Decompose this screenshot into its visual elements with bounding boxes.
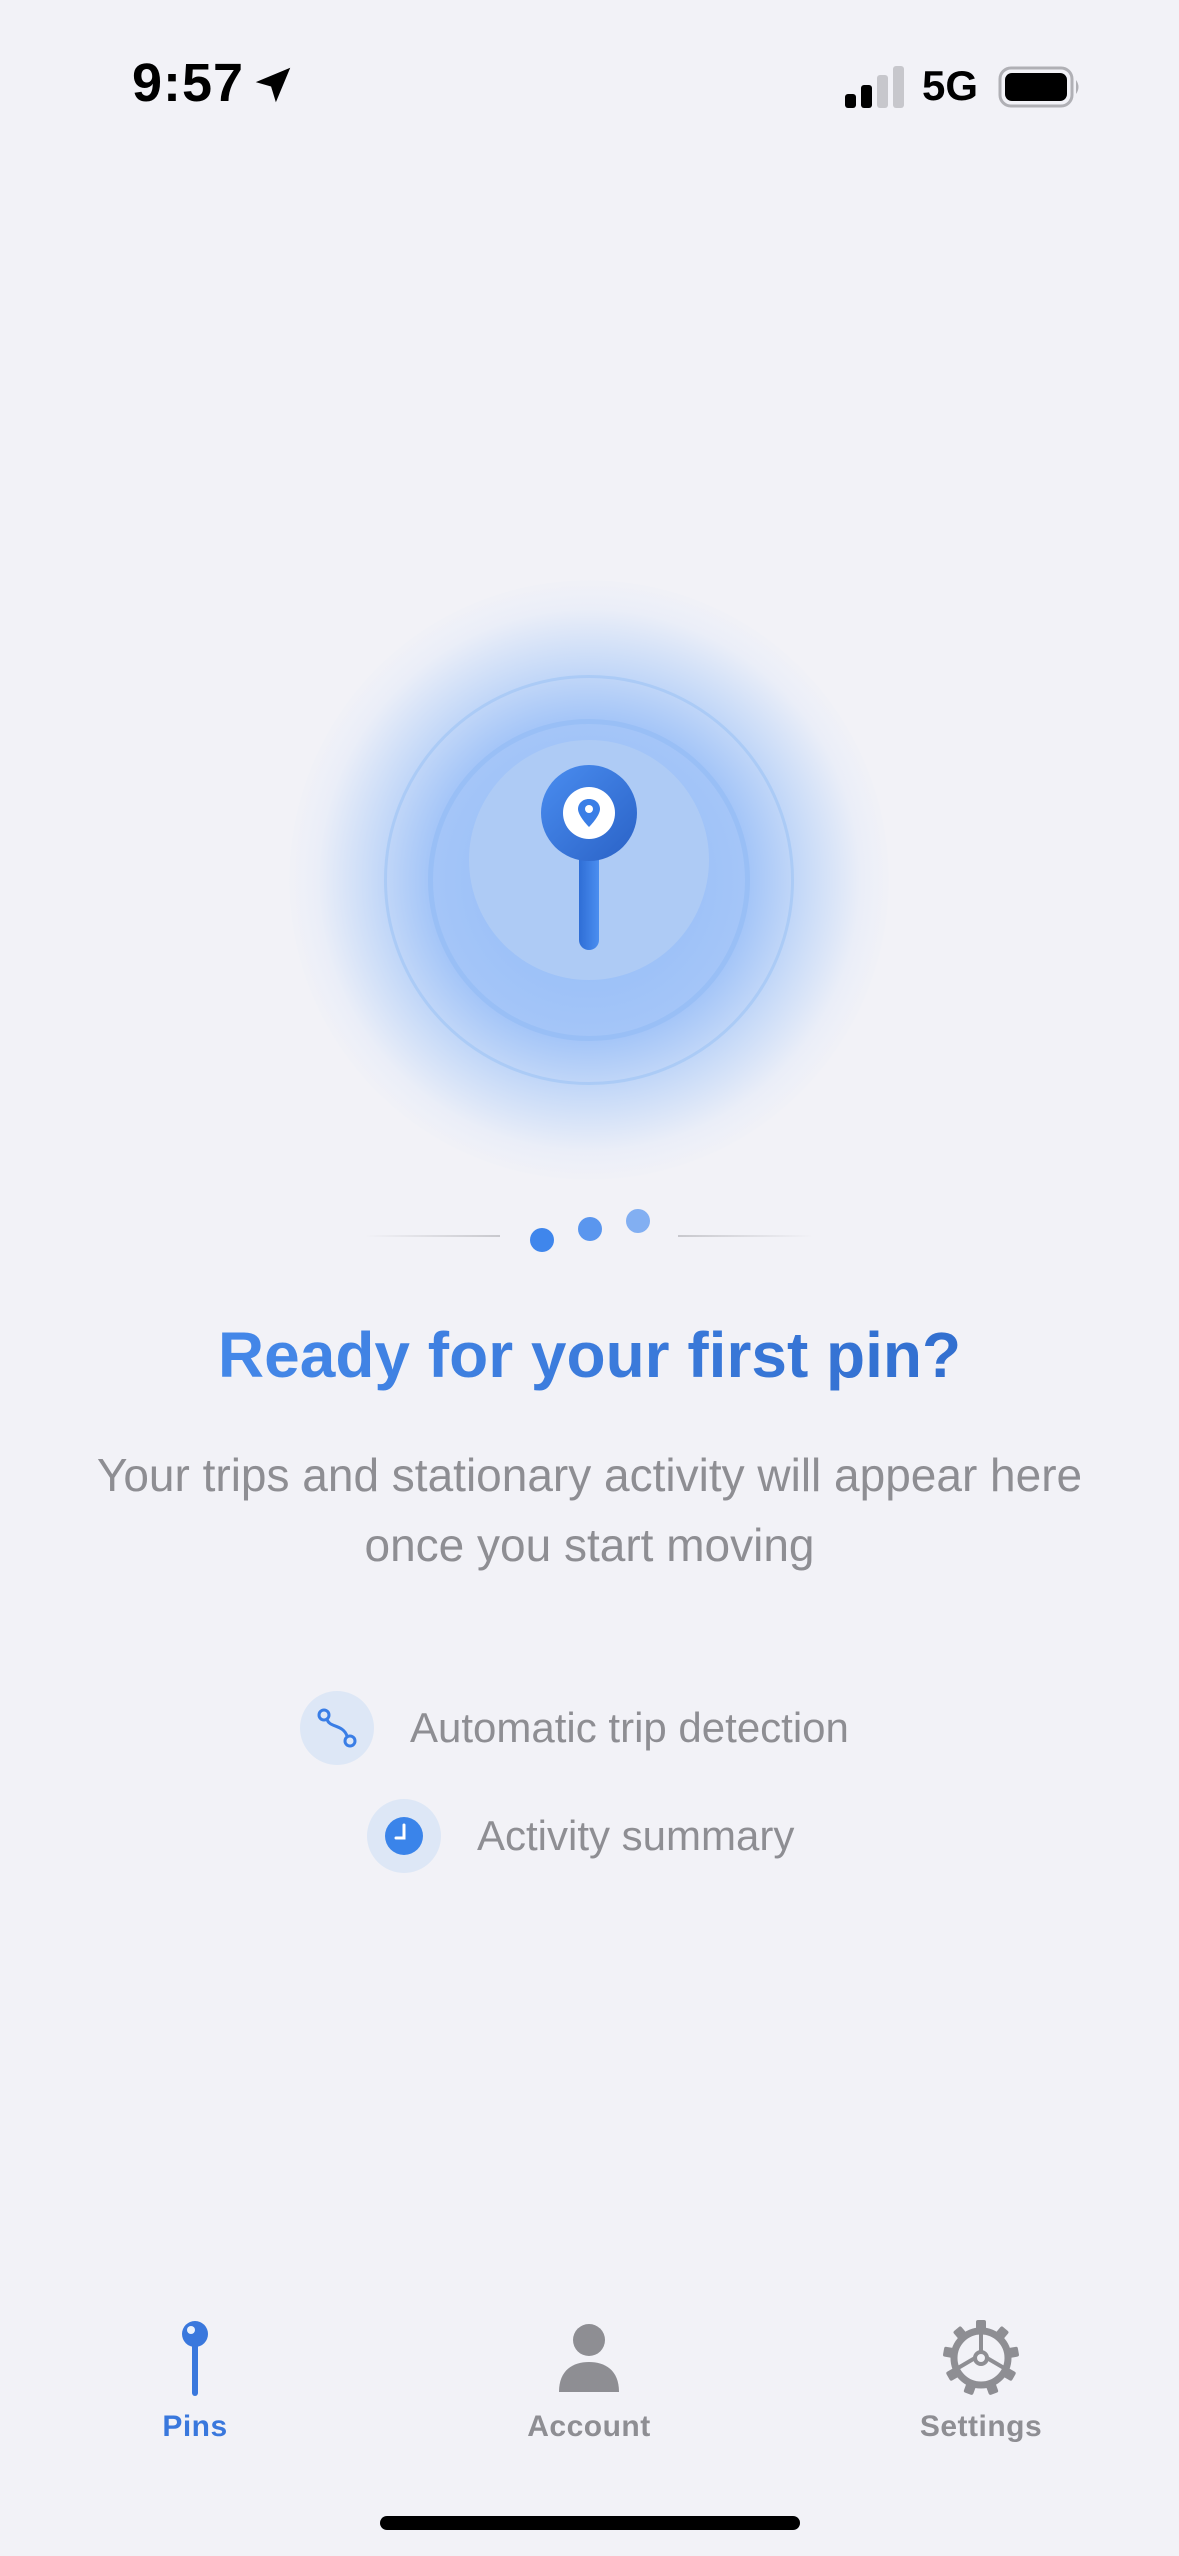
pagination-line-right (678, 1235, 813, 1237)
hero-illustration (289, 580, 889, 1180)
pagination-dot (578, 1217, 602, 1241)
empty-state-subtitle: Your trips and stationary activity will … (96, 1449, 1083, 1571)
pagination-dot (530, 1228, 554, 1252)
feature-item: Automatic trip detection (300, 1690, 849, 1766)
status-time: 9:57 (132, 53, 245, 113)
home-indicator[interactable] (380, 2516, 800, 2530)
pagination-line-left (365, 1235, 500, 1237)
pagination-dot (626, 1209, 650, 1233)
clock-icon (367, 1799, 441, 1873)
gear-icon (943, 2320, 1019, 2395)
tab-label: Account (527, 2410, 651, 2443)
battery-icon (998, 66, 1079, 108)
tab-account[interactable]: Account (489, 2318, 689, 2458)
tab-settings[interactable]: Settings (881, 2318, 1081, 2458)
location-arrow-icon (255, 67, 291, 103)
tab-label: Settings (919, 2410, 1043, 2443)
person-icon (559, 2324, 619, 2392)
pin-icon (182, 2321, 208, 2396)
empty-state-title: Ready for your first pin? (0, 1318, 1179, 1392)
network-type: 5G (922, 62, 979, 109)
tab-label: Pins (162, 2410, 228, 2443)
map-pin-icon (541, 765, 637, 950)
route-icon (300, 1691, 374, 1765)
feature-item: Activity summary (367, 1798, 794, 1874)
tab-pins[interactable]: Pins (95, 2318, 295, 2458)
cellular-signal-icon (845, 66, 904, 108)
feature-label: Activity summary (477, 1812, 795, 1859)
feature-label: Automatic trip detection (410, 1704, 849, 1751)
